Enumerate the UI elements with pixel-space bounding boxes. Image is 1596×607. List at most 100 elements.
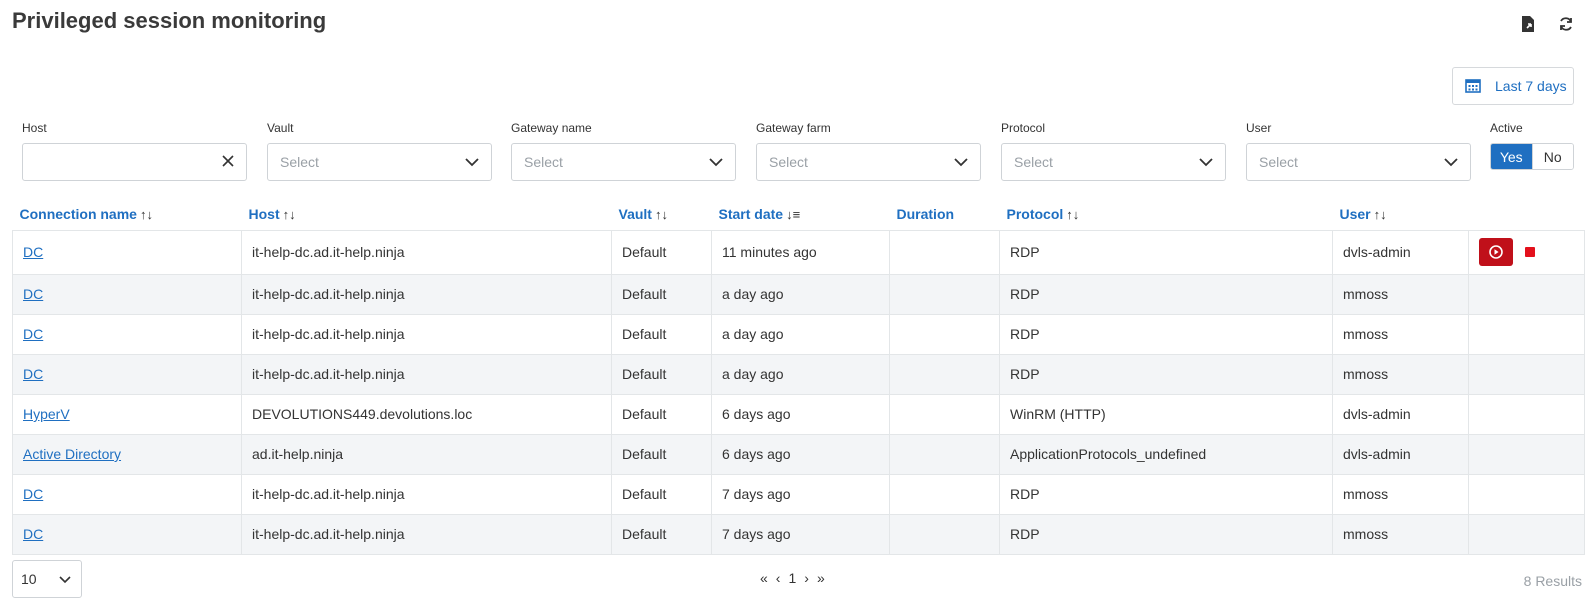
cell-start-date: a day ago: [711, 313, 890, 355]
vault-select[interactable]: Select: [267, 143, 492, 181]
vault-select-placeholder: Select: [280, 154, 319, 170]
previous-page-icon[interactable]: ‹: [776, 570, 781, 586]
sort-icon: ↑↓: [1373, 206, 1387, 222]
chevron-down-icon: [465, 154, 479, 170]
calendar-icon: [1465, 77, 1481, 96]
cell-protocol: RDP: [999, 513, 1333, 555]
sort-icon: ↑↓: [282, 206, 296, 222]
page-size-value: 10: [21, 571, 37, 587]
active-yes-button[interactable]: Yes: [1491, 144, 1532, 169]
gateway-name-filter: Gateway name Select: [511, 121, 736, 181]
date-range-label: Last 7 days: [1495, 78, 1567, 94]
column-protocol[interactable]: Protocol ↑↓: [1000, 198, 1333, 230]
connection-link[interactable]: DC: [23, 326, 43, 342]
connection-link[interactable]: DC: [23, 486, 43, 502]
cell-connection-name: DC: [12, 273, 242, 315]
connection-link[interactable]: DC: [23, 366, 43, 382]
cell-start-date: 11 minutes ago: [711, 229, 890, 275]
chevron-down-icon: [1444, 154, 1458, 170]
connection-link[interactable]: HyperV: [23, 406, 70, 422]
cell-protocol: RDP: [999, 273, 1333, 315]
cell-vault: Default: [611, 433, 712, 475]
cell-vault: Default: [611, 473, 712, 515]
gateway-farm-select-placeholder: Select: [769, 154, 808, 170]
chevron-down-icon: [59, 571, 71, 587]
export-file-icon[interactable]: [1518, 14, 1538, 34]
connection-link[interactable]: DC: [23, 286, 43, 302]
cell-start-date: 6 days ago: [711, 393, 890, 435]
connection-link[interactable]: DC: [23, 244, 43, 260]
column-start-date[interactable]: Start date ↓≡: [712, 198, 890, 230]
cell-user: mmoss: [1332, 313, 1469, 355]
sort-descending-icon: ↓≡: [786, 206, 801, 222]
column-user[interactable]: User ↑↓: [1333, 198, 1469, 230]
sessions-table: Connection name ↑↓ Host ↑↓ Vault ↑↓ Start d…: [12, 198, 1585, 555]
cell-duration: [889, 513, 1000, 555]
play-session-button[interactable]: [1479, 238, 1513, 266]
table-row: Active Directory ad.it-help.ninja Default 6…: [12, 433, 1585, 475]
cell-host: DEVOLUTIONS449.devolutions.loc: [241, 393, 612, 435]
clear-icon[interactable]: [222, 154, 234, 170]
column-vault[interactable]: Vault ↑↓: [612, 198, 712, 230]
gateway-name-select[interactable]: Select: [511, 143, 736, 181]
gateway-farm-select[interactable]: Select: [756, 143, 981, 181]
connection-link[interactable]: DC: [23, 526, 43, 542]
cell-connection-name: DC: [12, 313, 242, 355]
host-input[interactable]: [22, 143, 247, 181]
cell-actions: [1468, 473, 1585, 515]
protocol-select[interactable]: Select: [1001, 143, 1226, 181]
cell-vault: Default: [611, 393, 712, 435]
column-connection-name[interactable]: Connection name ↑↓: [13, 198, 242, 230]
refresh-icon[interactable]: [1556, 14, 1576, 34]
page-size-select[interactable]: 10: [12, 560, 82, 598]
first-page-icon[interactable]: «: [760, 570, 768, 586]
results-count: 8 Results: [1523, 573, 1582, 589]
protocol-filter-label: Protocol: [1001, 121, 1046, 135]
active-no-button[interactable]: No: [1531, 144, 1573, 169]
connection-link[interactable]: Active Directory: [23, 446, 121, 462]
vault-filter: Vault Select: [267, 121, 492, 181]
date-range-button[interactable]: Last 7 days: [1452, 67, 1574, 105]
column-duration: Duration: [896, 205, 955, 222]
cell-host: it-help-dc.ad.it-help.ninja: [241, 313, 612, 355]
cell-host: ad.it-help.ninja: [241, 433, 612, 475]
table-row: DC it-help-dc.ad.it-help.ninja Default a da…: [12, 353, 1585, 395]
last-page-icon[interactable]: »: [817, 570, 825, 586]
cell-start-date: a day ago: [711, 273, 890, 315]
table-header: Connection name ↑↓ Host ↑↓ Vault ↑↓ Start d…: [13, 198, 1585, 230]
gateway-farm-filter: Gateway farm Select: [756, 121, 981, 181]
table-row: DC it-help-dc.ad.it-help.ninja Default 7 da…: [12, 513, 1585, 555]
next-page-icon[interactable]: ›: [804, 570, 809, 586]
cell-protocol: RDP: [999, 353, 1333, 395]
cell-vault: Default: [611, 353, 712, 395]
cell-vault: Default: [611, 273, 712, 315]
cell-actions: [1468, 353, 1585, 395]
table-row: HyperV DEVOLUTIONS449.devolutions.loc Defa…: [12, 393, 1585, 435]
cell-actions: [1468, 393, 1585, 435]
cell-start-date: a day ago: [711, 353, 890, 395]
cell-protocol: RDP: [999, 313, 1333, 355]
cell-user: dvls-admin: [1332, 393, 1469, 435]
protocol-filter: Protocol Select: [1001, 121, 1226, 181]
cell-actions: [1468, 229, 1585, 275]
cell-duration: [889, 353, 1000, 395]
cell-duration: [889, 229, 1000, 275]
user-select-placeholder: Select: [1259, 154, 1298, 170]
table-row: DC it-help-dc.ad.it-help.ninja Default a da…: [12, 313, 1585, 355]
chevron-down-icon: [1199, 154, 1213, 170]
page-title: Privileged session monitoring: [12, 8, 327, 33]
cell-start-date: 7 days ago: [711, 473, 890, 515]
current-page[interactable]: 1: [788, 570, 796, 586]
table-row: DC it-help-dc.ad.it-help.ninja Default 11 m…: [12, 229, 1585, 275]
protocol-select-placeholder: Select: [1014, 154, 1053, 170]
cell-user: dvls-admin: [1332, 229, 1469, 275]
cell-host: it-help-dc.ad.it-help.ninja: [241, 513, 612, 555]
user-select[interactable]: Select: [1246, 143, 1471, 181]
column-host[interactable]: Host ↑↓: [242, 198, 612, 230]
chevron-down-icon: [709, 154, 723, 170]
stop-session-icon[interactable]: [1525, 247, 1535, 257]
cell-start-date: 6 days ago: [711, 433, 890, 475]
cell-start-date: 7 days ago: [711, 513, 890, 555]
cell-connection-name: DC: [12, 473, 242, 515]
cell-user: mmoss: [1332, 473, 1469, 515]
